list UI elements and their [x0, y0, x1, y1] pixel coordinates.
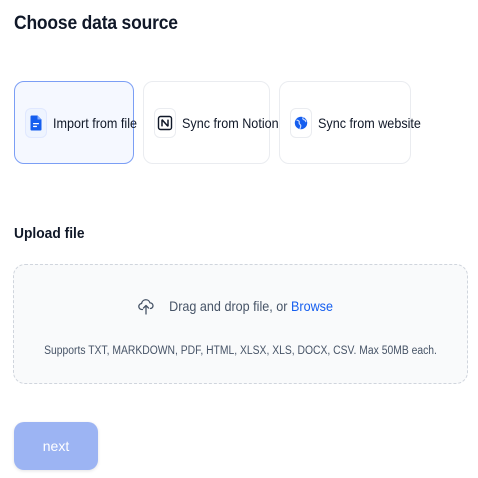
source-option-notion[interactable]: Sync from Notion	[143, 81, 279, 164]
source-option-label: Sync from website	[318, 114, 421, 131]
dropzone-text: Drag and drop file, or	[169, 298, 292, 314]
globe-icon	[290, 107, 312, 138]
browse-link[interactable]: Browse	[291, 298, 333, 314]
page-title: Choose data source	[14, 13, 178, 34]
supported-formats-hint: Supports TXT, MARKDOWN, PDF, HTML, XLSX,…	[44, 345, 437, 357]
source-option-import-file[interactable]: Import from file	[14, 81, 138, 164]
source-option-label: Import from file	[53, 114, 138, 131]
cloud-upload-icon	[138, 297, 155, 315]
file-icon	[25, 107, 47, 138]
next-button[interactable]: next	[14, 422, 98, 470]
notion-icon	[154, 107, 176, 138]
file-dropzone[interactable]: Drag and drop file, or Browse Supports T…	[13, 264, 468, 384]
dropzone-prompt: Drag and drop file, or Browse	[14, 297, 467, 315]
source-option-website[interactable]: Sync from website	[279, 81, 421, 164]
upload-section-label: Upload file	[14, 225, 85, 242]
source-option-label: Sync from Notion	[182, 114, 279, 131]
